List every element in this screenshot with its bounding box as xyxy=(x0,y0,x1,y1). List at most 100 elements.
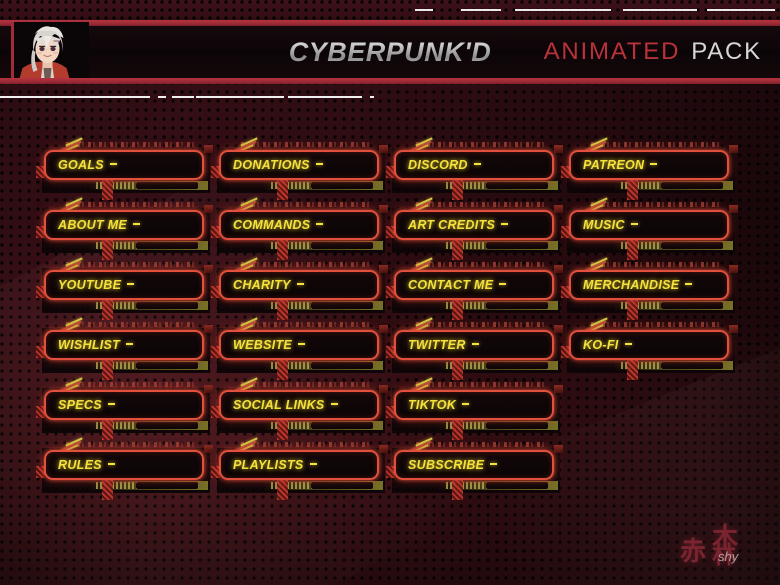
hatched-tab-icon xyxy=(627,358,638,380)
link-button[interactable]: PATREON xyxy=(569,150,729,180)
link-button[interactable]: KO-FI xyxy=(569,330,729,360)
link-button[interactable]: GOALS xyxy=(44,150,204,180)
link-button-slot[interactable]: WISHLIST xyxy=(36,317,215,380)
corner-nub-icon xyxy=(554,325,563,333)
link-button-label: TWITTER xyxy=(408,338,466,352)
link-button[interactable]: CHARITY xyxy=(219,270,379,300)
link-button[interactable]: WISHLIST xyxy=(44,330,204,360)
link-button[interactable]: CONTACT ME xyxy=(394,270,554,300)
link-button-label: DISCORD xyxy=(408,158,468,172)
link-button[interactable]: ART CREDITS xyxy=(394,210,554,240)
link-button[interactable]: TIKTOK xyxy=(394,390,554,420)
link-button-label: MUSIC xyxy=(583,218,625,232)
link-button-label: SPECS xyxy=(58,398,102,412)
hatched-tab-icon xyxy=(102,238,113,260)
link-button[interactable]: TWITTER xyxy=(394,330,554,360)
hatched-tab-icon xyxy=(452,238,463,260)
text-caret-icon xyxy=(109,163,117,165)
loading-bar-chip xyxy=(136,242,198,249)
hatched-tab-icon xyxy=(277,418,288,440)
text-caret-icon xyxy=(650,163,658,165)
corner-nub-icon xyxy=(554,385,563,393)
link-button[interactable]: ABOUT ME xyxy=(44,210,204,240)
link-button-label: CHARITY xyxy=(233,278,291,292)
link-button[interactable]: DISCORD xyxy=(394,150,554,180)
link-button-slot[interactable]: CHARITY xyxy=(211,257,390,320)
link-button[interactable]: WEBSITE xyxy=(219,330,379,360)
link-button-slot[interactable]: RULES xyxy=(36,437,215,500)
loading-bar-chip xyxy=(311,362,373,369)
link-button-slot[interactable]: SPECS xyxy=(36,377,215,440)
link-button-label: SOCIAL LINKS xyxy=(233,398,325,412)
hatched-tab-icon xyxy=(627,238,638,260)
text-caret-icon xyxy=(298,343,306,345)
link-button-slot[interactable]: GOALS xyxy=(36,137,215,200)
corner-nub-icon xyxy=(729,205,738,213)
link-button-slot[interactable]: KO-FI xyxy=(561,317,740,380)
link-button-label: MERCHANDISE xyxy=(583,278,680,292)
link-button[interactable]: SPECS xyxy=(44,390,204,420)
link-button-slot[interactable]: DISCORD xyxy=(386,137,565,200)
link-button-slot[interactable]: MERCHANDISE xyxy=(561,257,740,320)
corner-nub-icon xyxy=(554,445,563,453)
text-caret-icon xyxy=(133,223,141,225)
link-button-slot[interactable]: ABOUT ME xyxy=(36,197,215,260)
corner-nub-icon xyxy=(379,145,388,153)
link-button[interactable]: MERCHANDISE xyxy=(569,270,729,300)
button-column-4: PATREON MUSIC MERCHANDISE KO-FI xyxy=(561,137,740,500)
link-button-label: WISHLIST xyxy=(58,338,121,352)
corner-nub-icon xyxy=(204,145,213,153)
hatched-tab-icon xyxy=(627,178,638,200)
link-button-slot[interactable]: PATREON xyxy=(561,137,740,200)
link-button-slot[interactable]: SOCIAL LINKS xyxy=(211,377,390,440)
link-button-slot[interactable]: PLAYLISTS xyxy=(211,437,390,500)
text-caret-icon xyxy=(462,403,470,405)
link-button[interactable]: RULES xyxy=(44,450,204,480)
header: CYBERPUNK'D ANIMATED PACK xyxy=(0,0,780,100)
link-button-slot[interactable]: MUSIC xyxy=(561,197,740,260)
link-button-slot[interactable]: TIKTOK xyxy=(386,377,565,440)
button-column-3: DISCORD ART CREDITS CONTACT ME TWITTER T… xyxy=(386,137,565,500)
link-button-slot[interactable]: DONATIONS xyxy=(211,137,390,200)
hatched-tab-icon xyxy=(277,238,288,260)
text-caret-icon xyxy=(315,163,323,165)
link-button[interactable]: COMMANDS xyxy=(219,210,379,240)
hatched-tab-icon xyxy=(452,478,463,500)
loading-bar-chip xyxy=(311,482,373,489)
link-button-slot[interactable]: ART CREDITS xyxy=(386,197,565,260)
text-caret-icon xyxy=(630,223,638,225)
link-button-label: CONTACT ME xyxy=(408,278,494,292)
loading-bar-chip xyxy=(311,242,373,249)
link-button-slot[interactable]: YOUTUBE xyxy=(36,257,215,320)
text-caret-icon xyxy=(490,463,498,465)
header-dash-decoration xyxy=(415,9,775,12)
link-button-label: RULES xyxy=(58,458,102,472)
loading-bar-chip xyxy=(311,302,373,309)
hatched-tab-icon xyxy=(277,178,288,200)
corner-nub-icon xyxy=(554,265,563,273)
text-caret-icon xyxy=(471,343,479,345)
text-caret-icon xyxy=(107,463,115,465)
link-button-slot[interactable]: TWITTER xyxy=(386,317,565,380)
link-button-slot[interactable]: SUBSCRIBE xyxy=(386,437,565,500)
signature-kanji-1: 赤 xyxy=(680,537,707,567)
link-button[interactable]: DONATIONS xyxy=(219,150,379,180)
link-button-slot[interactable]: WEBSITE xyxy=(211,317,390,380)
header-right-label: ANIMATED PACK xyxy=(544,26,762,78)
link-button[interactable]: MUSIC xyxy=(569,210,729,240)
link-button[interactable]: YOUTUBE xyxy=(44,270,204,300)
loading-bar-chip xyxy=(136,422,198,429)
loading-bar-chip xyxy=(661,302,723,309)
hatched-tab-icon xyxy=(627,298,638,320)
corner-nub-icon xyxy=(204,265,213,273)
link-button[interactable]: SUBSCRIBE xyxy=(394,450,554,480)
link-button-slot[interactable]: CONTACT ME xyxy=(386,257,565,320)
link-button[interactable]: SOCIAL LINKS xyxy=(219,390,379,420)
link-button-slot[interactable]: COMMANDS xyxy=(211,197,390,260)
link-button[interactable]: PLAYLISTS xyxy=(219,450,379,480)
hatched-tab-icon xyxy=(452,358,463,380)
signature-kanji-3: 林 xyxy=(712,541,736,569)
hatched-tab-icon xyxy=(102,178,113,200)
link-button-label: ART CREDITS xyxy=(408,218,496,232)
link-button-label: WEBSITE xyxy=(233,338,293,352)
